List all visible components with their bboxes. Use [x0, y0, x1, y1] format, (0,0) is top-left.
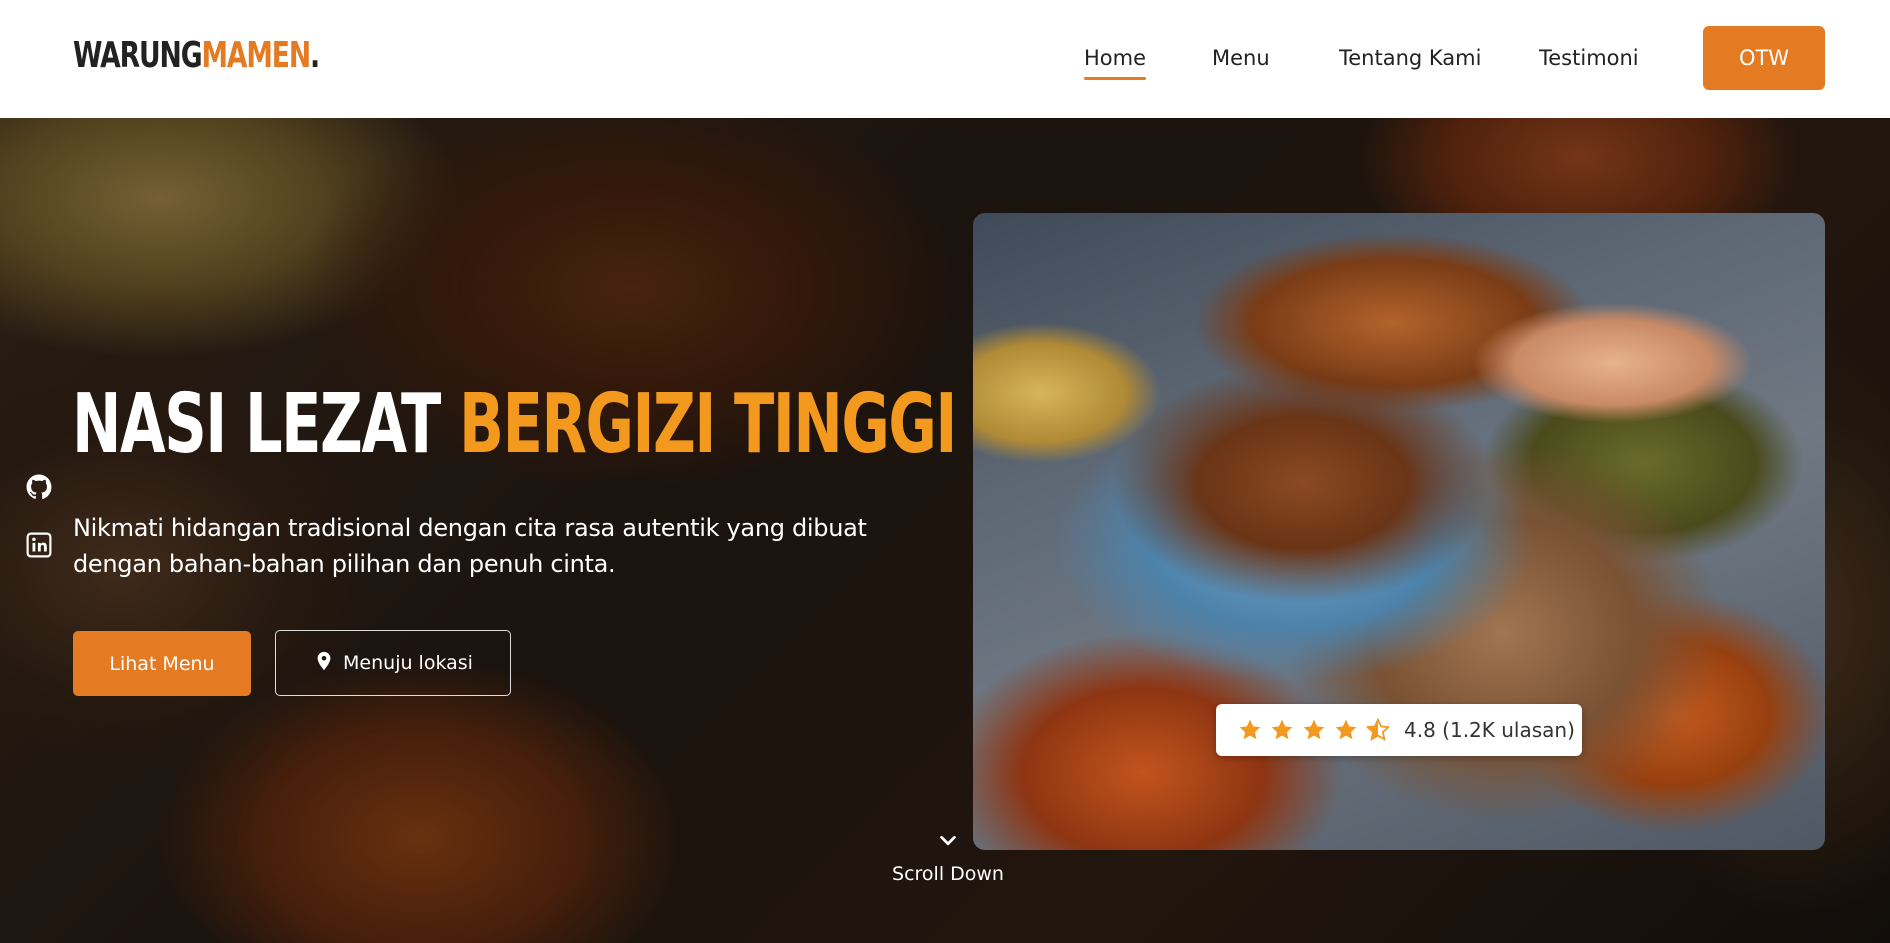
hero-title: NASI LEZAT BERGIZI TINGGI — [72, 377, 957, 472]
hero-title-white: NASI LEZAT — [72, 377, 441, 472]
hero-subtitle: Nikmati hidangan tradisional dengan cita… — [73, 514, 867, 578]
linkedin-icon[interactable] — [26, 532, 52, 558]
nav-home[interactable]: Home — [1084, 44, 1147, 80]
otw-button[interactable]: OTW — [1703, 26, 1825, 90]
logo-text-warung: WARUNG — [73, 35, 203, 76]
hero-section: NASI LEZAT BERGIZI TINGGI Nikmati hidang… — [0, 118, 1890, 943]
menuju-lokasi-button[interactable]: Menuju lokasi — [275, 630, 511, 696]
star-icon — [1239, 719, 1261, 740]
star-icon — [1335, 719, 1357, 740]
scroll-down[interactable]: Scroll Down — [892, 830, 1004, 885]
chevron-down-icon — [937, 835, 959, 856]
map-pin-icon — [313, 650, 335, 677]
lihat-menu-button[interactable]: Lihat Menu — [73, 631, 251, 696]
nav-testimoni[interactable]: Testimoni — [1539, 44, 1639, 72]
rating-badge: 4.8 (1.2K ulasan) — [1216, 704, 1582, 756]
star-half-icon — [1366, 718, 1390, 741]
site-header: WARUNGMAMEN. Home Menu Tentang Kami Test… — [0, 0, 1890, 118]
star-icon — [1303, 719, 1325, 740]
logo-dot: . — [310, 35, 320, 76]
logo-text-mamen: MAMEN — [201, 35, 311, 76]
brand-logo[interactable]: WARUNGMAMEN. — [73, 35, 320, 76]
github-icon[interactable] — [26, 474, 52, 500]
hero-title-orange: BERGIZI TINGGI — [459, 377, 957, 472]
menuju-lokasi-label: Menuju lokasi — [343, 652, 473, 674]
nav-menu[interactable]: Menu — [1212, 44, 1270, 72]
star-icon — [1271, 719, 1293, 740]
rating-text: 4.8 (1.2K ulasan) — [1404, 718, 1575, 742]
nav-tentang-kami[interactable]: Tentang Kami — [1339, 44, 1481, 72]
scroll-down-label: Scroll Down — [892, 863, 1004, 885]
